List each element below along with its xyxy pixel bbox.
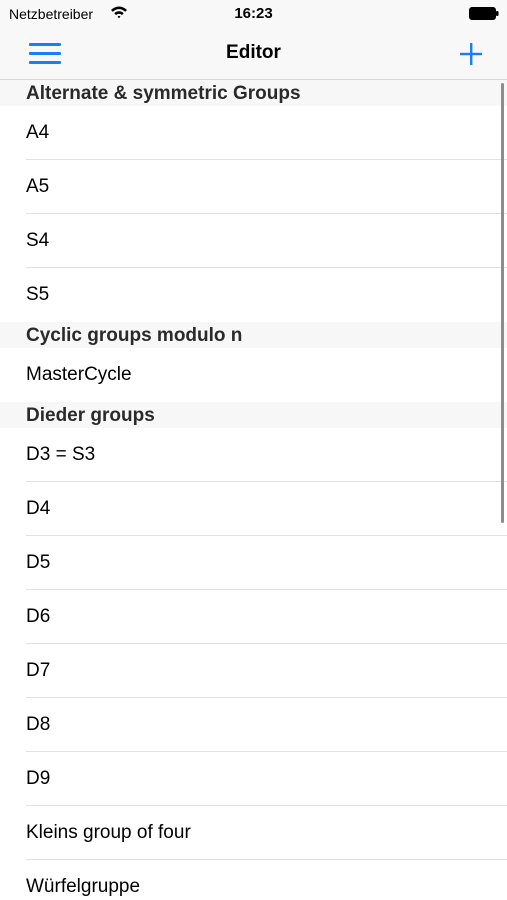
page-title: Editor — [226, 42, 281, 63]
battery-icon — [469, 7, 499, 20]
list-item[interactable]: A5 — [0, 160, 507, 214]
navigation-bar: Editor — [0, 28, 507, 80]
list-item[interactable]: D9 — [0, 752, 507, 806]
list-item[interactable]: D5 — [0, 536, 507, 590]
section-header: Cyclic groups modulo n — [0, 322, 507, 348]
add-button[interactable] — [455, 38, 487, 70]
section-header: Alternate & symmetric Groups — [0, 80, 507, 106]
plus-icon — [460, 43, 482, 65]
status-bar: Netzbetreiber 16:23 — [0, 0, 507, 28]
list-item[interactable]: S5 — [0, 268, 507, 322]
list-item[interactable]: Würfelgruppe — [0, 860, 507, 900]
screen: Netzbetreiber 16:23 Editor Alternate & s… — [0, 0, 507, 900]
list-item[interactable]: D3 = S3 — [0, 428, 507, 482]
list-item[interactable]: D6 — [0, 590, 507, 644]
list-item[interactable]: D7 — [0, 644, 507, 698]
list-item[interactable]: S4 — [0, 214, 507, 268]
list-item[interactable]: MasterCycle — [0, 348, 507, 402]
status-time: 16:23 — [234, 5, 273, 22]
list-item[interactable]: D8 — [0, 698, 507, 752]
scroll-indicator[interactable] — [501, 83, 504, 523]
section-header: Dieder groups — [0, 402, 507, 428]
list-item[interactable]: A4 — [0, 106, 507, 160]
list-item[interactable]: D4 — [0, 482, 507, 536]
group-list: Alternate & symmetric Groups A4 A5 S4 S5… — [0, 80, 507, 900]
list-item[interactable]: Kleins group of four — [0, 806, 507, 860]
